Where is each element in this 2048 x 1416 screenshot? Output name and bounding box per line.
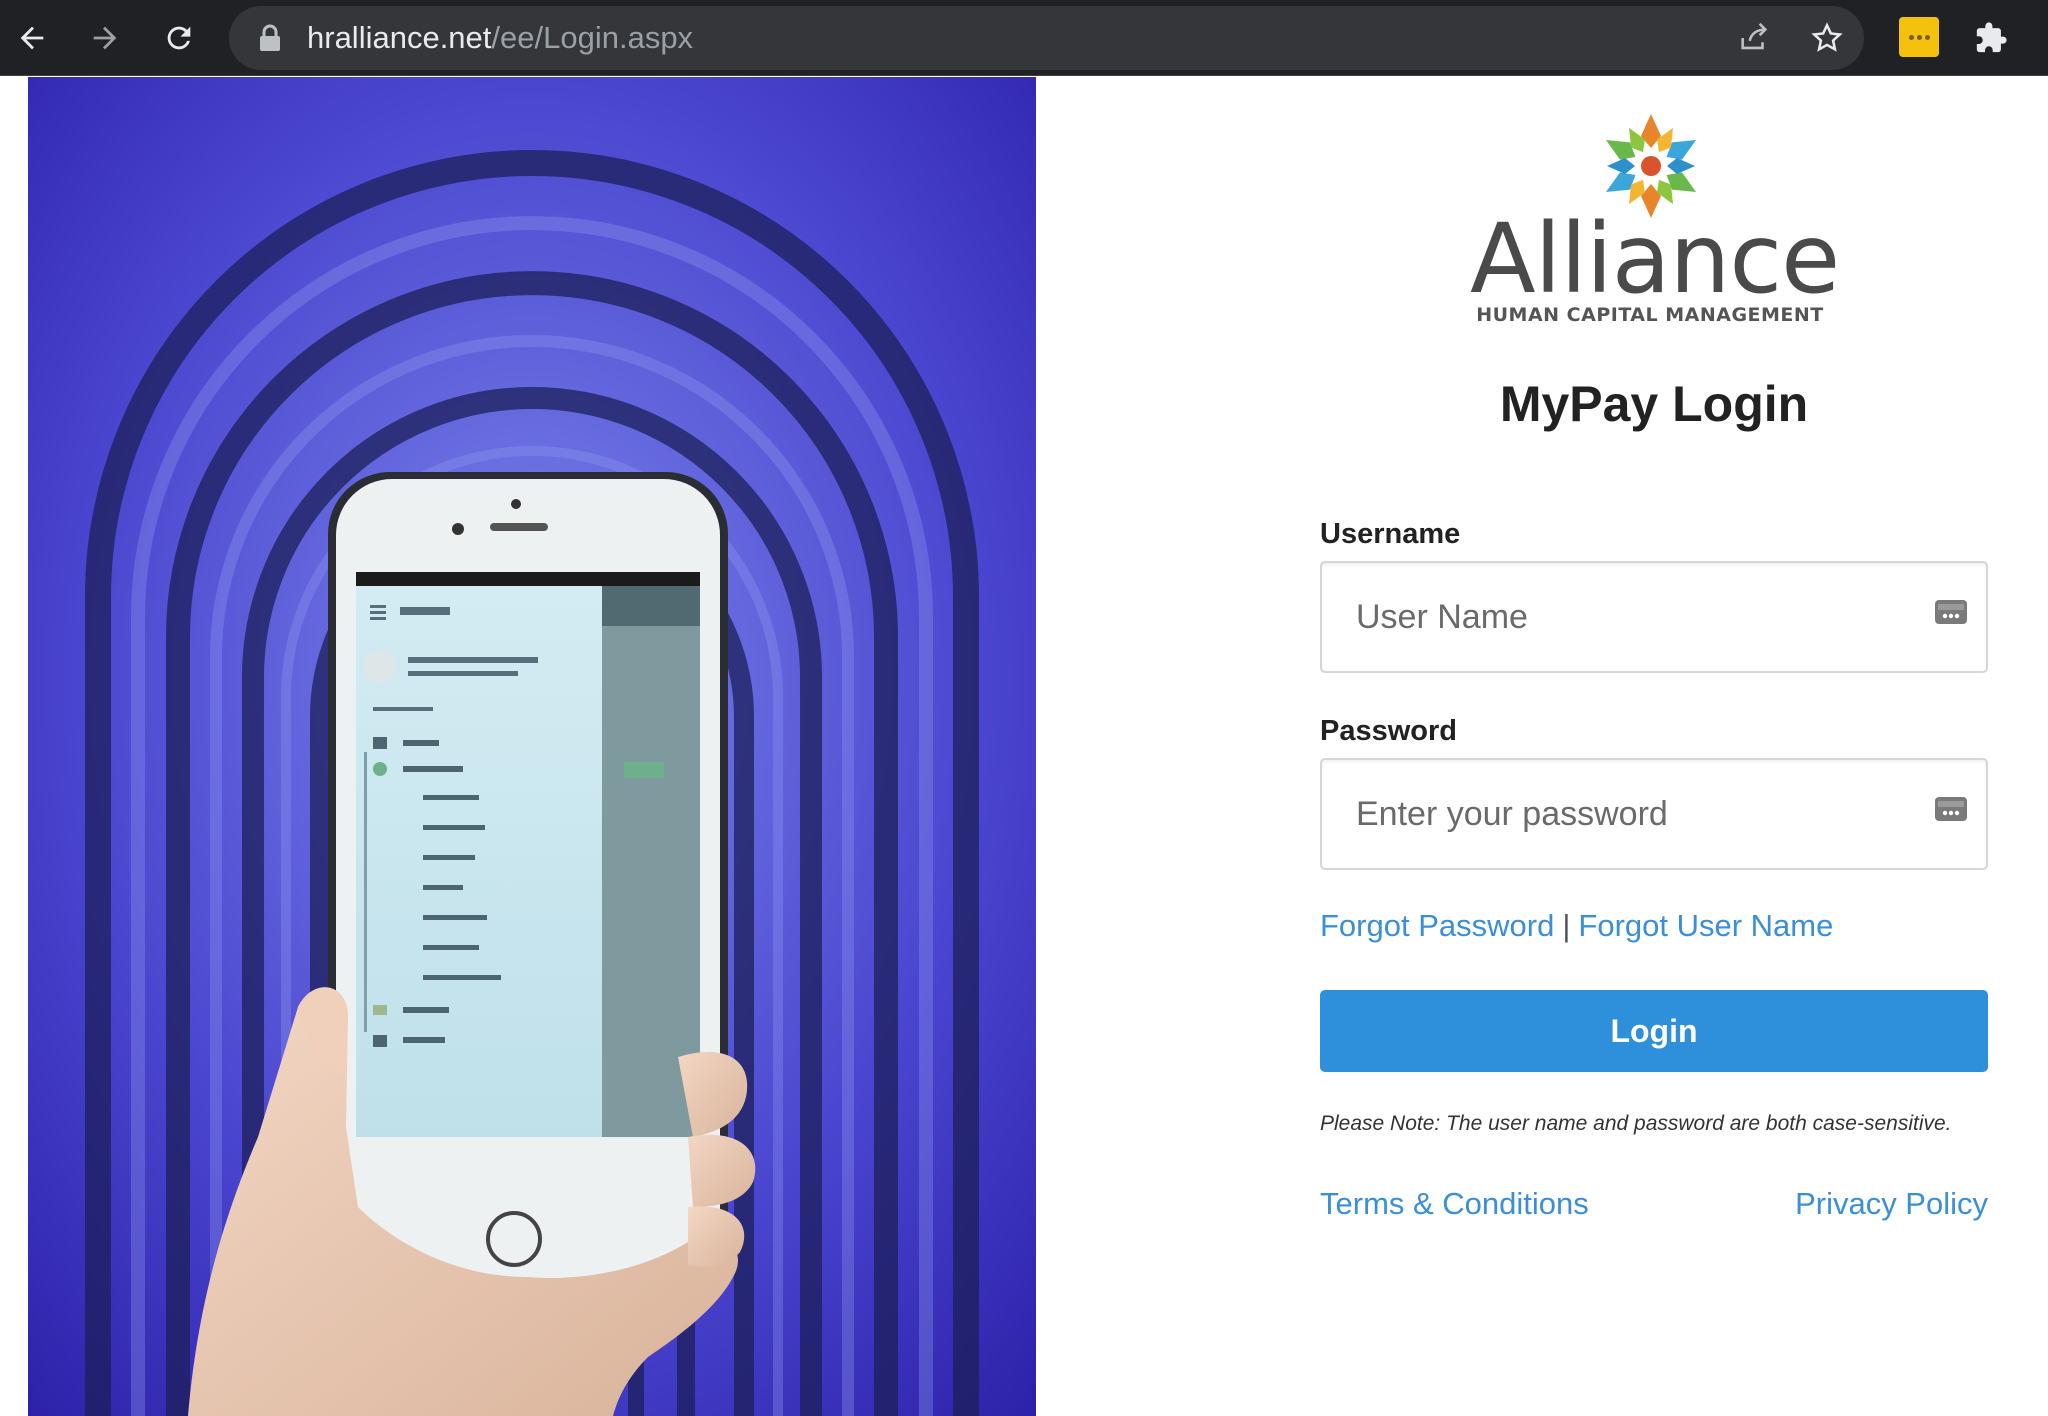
forgot-username-link[interactable]: Forgot User Name — [1578, 908, 1833, 943]
url-path: /ee/Login.aspx — [491, 20, 694, 55]
username-field[interactable] — [1320, 561, 1988, 673]
extension-badge-icon[interactable] — [1899, 17, 1939, 57]
browser-toolbar: hralliance.net/ee/Login.aspx — [0, 0, 2048, 76]
address-bar[interactable]: hralliance.net/ee/Login.aspx — [229, 6, 1864, 70]
password-field[interactable] — [1320, 758, 1988, 870]
back-arrow-icon[interactable] — [6, 12, 58, 64]
reload-icon[interactable] — [153, 12, 205, 64]
username-input[interactable] — [1354, 563, 1914, 671]
password-manager-icon[interactable] — [1934, 597, 1968, 627]
lock-icon[interactable] — [257, 24, 283, 52]
page-title: MyPay Login — [1499, 376, 1809, 432]
case-sensitive-note: Please Note: The user name and password … — [1320, 1112, 1952, 1135]
url-text[interactable]: hralliance.net/ee/Login.aspx — [307, 20, 693, 56]
forward-arrow-icon[interactable] — [79, 12, 131, 64]
forgot-password-link[interactable]: Forgot Password — [1320, 908, 1554, 943]
username-label: Username — [1320, 518, 1461, 550]
password-input[interactable] — [1354, 760, 1914, 868]
star-icon[interactable] — [1807, 18, 1847, 58]
alliance-logo: Alliance HUMAN CAPITAL MANAGEMENT — [1470, 110, 1840, 335]
puzzle-icon[interactable] — [1965, 12, 2017, 64]
terms-link[interactable]: Terms & Conditions — [1320, 1186, 1589, 1222]
url-host: hralliance.net — [307, 20, 492, 55]
logo-wordmark: Alliance — [1470, 203, 1840, 315]
password-manager-icon[interactable] — [1934, 794, 1968, 824]
share-icon[interactable] — [1734, 18, 1774, 58]
password-label: Password — [1320, 715, 1457, 747]
login-button[interactable]: Login — [1320, 990, 1988, 1072]
logo-tagline: HUMAN CAPITAL MANAGEMENT — [1476, 304, 1824, 326]
privacy-link[interactable]: Privacy Policy — [1795, 1186, 1988, 1222]
hero-image — [28, 77, 1036, 1416]
link-separator: | — [1562, 908, 1571, 943]
forgot-links: Forgot Password | Forgot User Name — [1320, 908, 1833, 944]
